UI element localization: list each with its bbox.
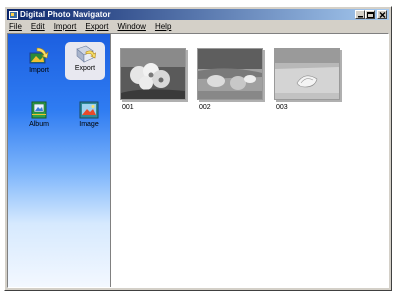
client-area: Import Export Album Image 001 002 003 bbox=[7, 33, 389, 288]
import-icon bbox=[29, 47, 49, 64]
thumbnail-grid: 001 002 003 bbox=[120, 48, 380, 128]
app-window: Digital Photo Navigator File Edit Import… bbox=[4, 6, 392, 291]
window-title: Digital Photo Navigator bbox=[20, 10, 111, 19]
sidebar-item-import[interactable]: Import bbox=[21, 44, 57, 80]
thumbnail-label: 003 bbox=[276, 104, 288, 111]
thumbnail-003[interactable] bbox=[274, 48, 340, 100]
minimize-button[interactable] bbox=[355, 10, 365, 19]
menu-file[interactable]: File bbox=[9, 22, 22, 31]
window-controls bbox=[355, 10, 387, 19]
shells-photo bbox=[198, 49, 262, 99]
menu-help[interactable]: Help bbox=[155, 22, 171, 31]
app-icon[interactable] bbox=[9, 10, 18, 19]
thumbnail-label: 001 bbox=[122, 104, 134, 111]
thumbnail-001[interactable] bbox=[120, 48, 186, 100]
menu-export[interactable]: Export bbox=[85, 22, 108, 31]
thumbnail-002[interactable] bbox=[197, 48, 263, 100]
maximize-icon bbox=[367, 12, 374, 18]
sidebar-item-label: Image bbox=[79, 121, 99, 128]
sidebar-item-label: Import bbox=[29, 67, 49, 74]
export-icon bbox=[76, 45, 96, 63]
sidebar: Import Export Album Image bbox=[8, 34, 111, 287]
menu-window[interactable]: Window bbox=[117, 22, 145, 31]
thumbnail-label: 002 bbox=[199, 104, 211, 111]
sidebar-item-image[interactable]: Image bbox=[71, 98, 107, 134]
album-icon bbox=[31, 101, 47, 119]
image-icon bbox=[79, 101, 99, 119]
sidebar-item-album[interactable]: Album bbox=[21, 98, 57, 134]
flowers-photo bbox=[121, 49, 185, 99]
sidebar-item-export[interactable]: Export bbox=[65, 42, 105, 80]
menu-edit[interactable]: Edit bbox=[31, 22, 45, 31]
minimize-icon bbox=[358, 16, 363, 18]
menu-import[interactable]: Import bbox=[54, 22, 77, 31]
title-bar[interactable]: Digital Photo Navigator bbox=[7, 9, 389, 20]
menu-bar: File Edit Import Export Window Help bbox=[7, 21, 389, 32]
seashell-photo bbox=[275, 49, 339, 99]
sidebar-item-label: Album bbox=[29, 121, 49, 128]
sidebar-item-label: Export bbox=[74, 65, 96, 72]
maximize-button[interactable] bbox=[365, 10, 375, 19]
close-button[interactable] bbox=[377, 10, 387, 19]
close-icon bbox=[379, 12, 386, 18]
